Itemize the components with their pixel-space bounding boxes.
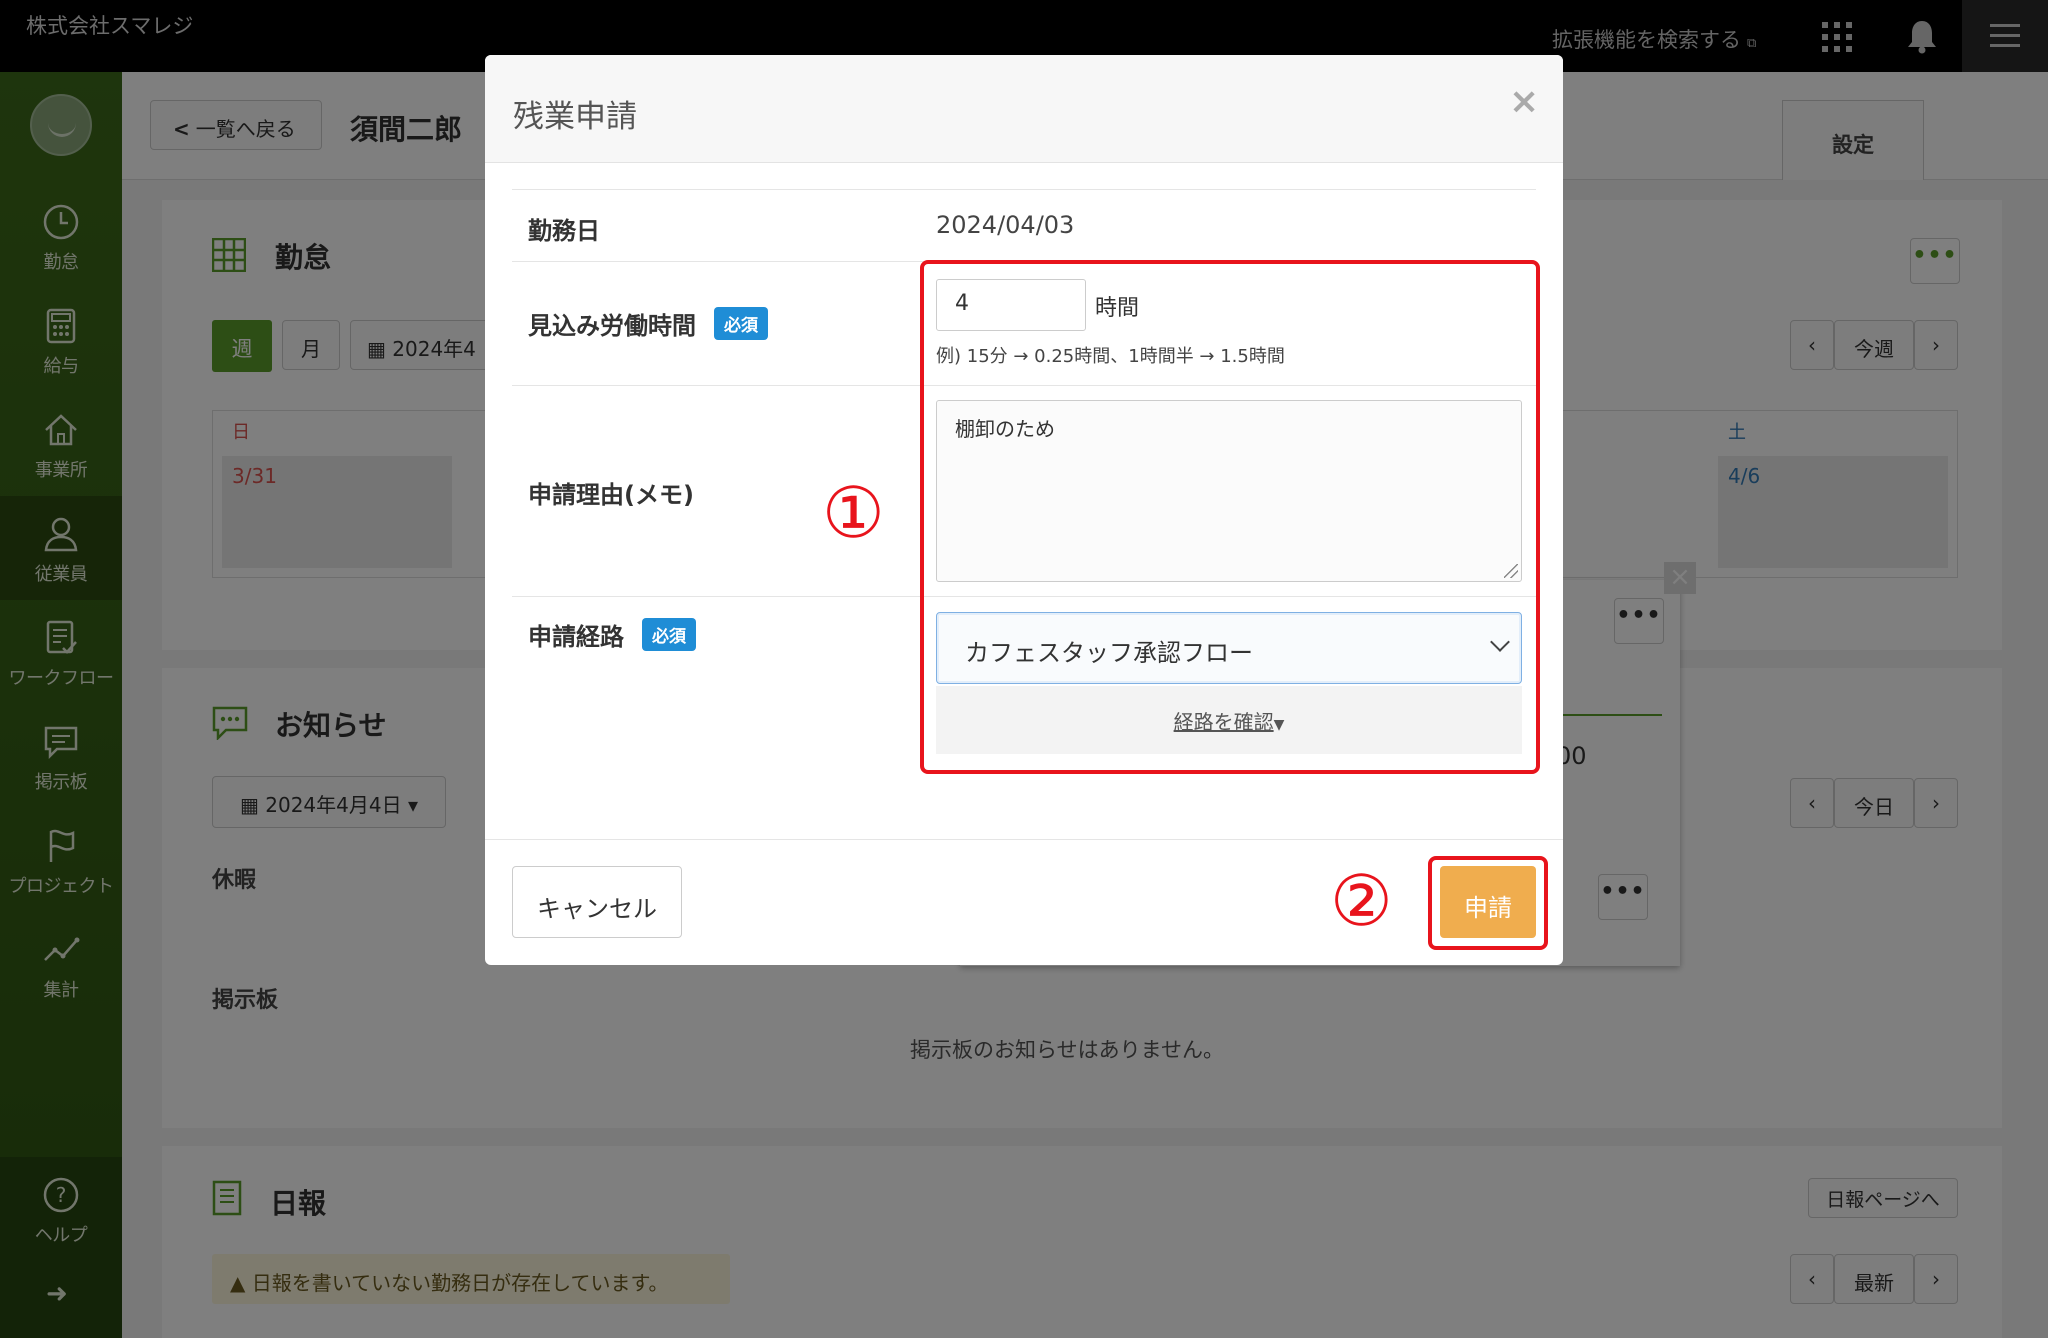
cancel-button[interactable]: キャンセル [512,866,682,938]
route-label: 申請経路 必須 [528,617,696,652]
work-date-label: 勤務日 [528,217,600,245]
annotation-step-2: ② [1330,860,1393,942]
close-icon[interactable]: × [1509,81,1539,122]
hours-label-text: 見込み労働時間 [528,312,696,340]
required-badge: 必須 [714,307,768,340]
annotation-box-fields [920,260,1540,774]
hours-label: 見込み労働時間 必須 [528,306,768,341]
divider [512,189,1536,190]
required-badge: 必須 [642,618,696,651]
annotation-step-1: ① [822,472,885,554]
reason-label: 申請理由(メモ) [528,481,694,509]
route-label-text: 申請経路 [528,623,624,651]
work-date-value: 2024/04/03 [936,211,1075,239]
modal-footer-divider [485,839,1563,840]
modal-header: 残業申請 × [485,55,1563,163]
annotation-box-submit [1428,856,1548,950]
modal-title: 残業申請 [513,99,637,135]
